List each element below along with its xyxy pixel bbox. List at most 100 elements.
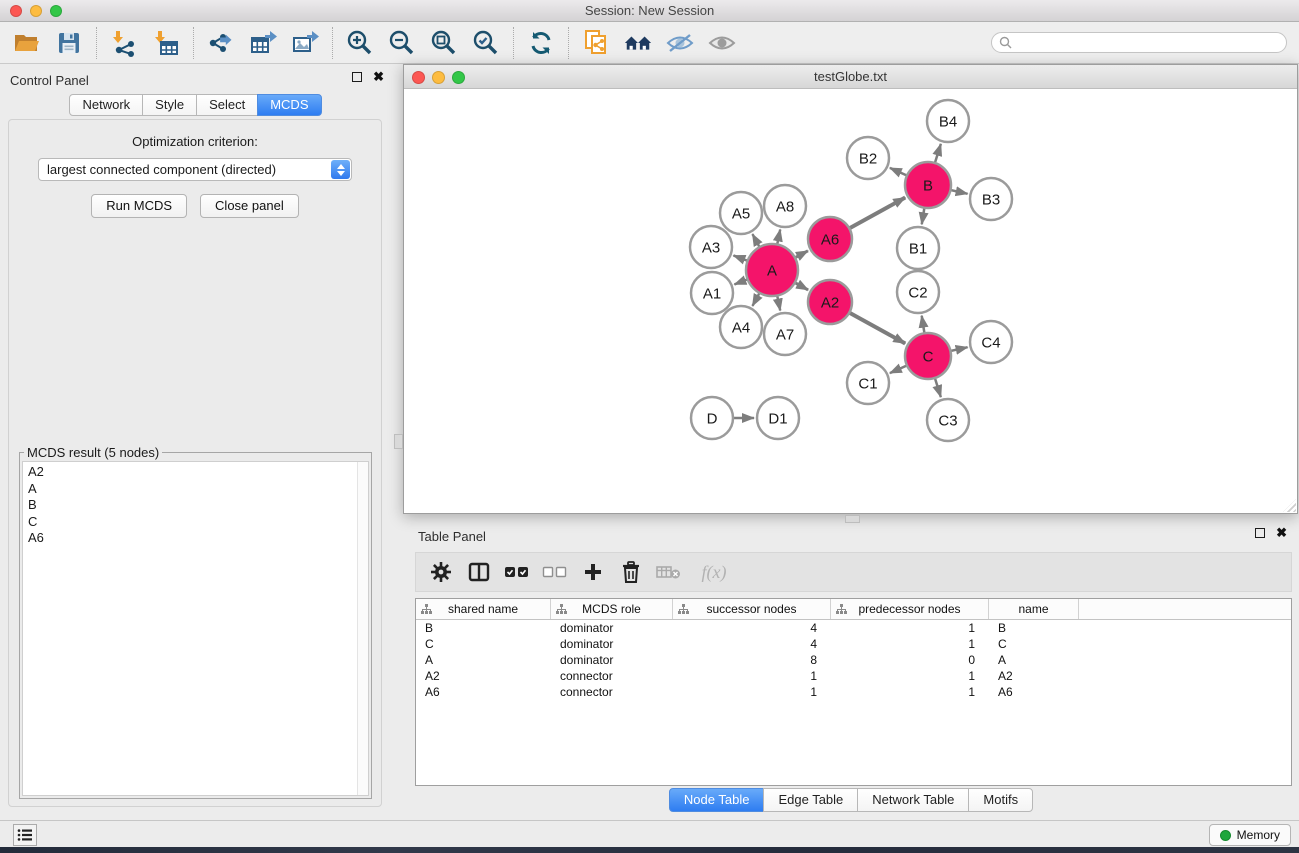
cell-mcds-role[interactable]: dominator — [551, 637, 673, 651]
show-all-icon[interactable] — [707, 28, 737, 58]
cell-mcds-role[interactable]: connector — [551, 669, 673, 683]
node-label-D1: D1 — [768, 410, 787, 427]
delete-table-icon[interactable] — [650, 556, 688, 588]
table-panel-title: Table Panel — [418, 529, 486, 544]
minimize-window-button[interactable] — [30, 5, 42, 17]
cell-predecessor-nodes[interactable]: 1 — [831, 669, 989, 683]
select-all-columns-icon[interactable] — [498, 556, 536, 588]
table-row[interactable]: Bdominator41B — [416, 620, 1291, 636]
node-label-B4: B4 — [939, 113, 957, 130]
cell-name[interactable]: C — [989, 637, 1079, 651]
workspace: Control Panel ✖ NetworkStyleSelectMCDS O… — [0, 64, 1299, 820]
tab-select[interactable]: Select — [196, 94, 258, 116]
scrollbar-track[interactable] — [357, 462, 368, 795]
criterion-select[interactable]: largest connected component (directed) — [38, 158, 352, 181]
close-window-button[interactable] — [10, 5, 22, 17]
save-session-icon[interactable] — [54, 28, 84, 58]
refresh-layout-icon[interactable] — [526, 28, 556, 58]
tab-edge-table[interactable]: Edge Table — [763, 788, 858, 812]
table-row[interactable]: A6connector11A6 — [416, 684, 1291, 700]
column-header-name[interactable]: name — [989, 599, 1079, 619]
zoom-fit-icon[interactable] — [429, 28, 459, 58]
node-label-A8: A8 — [776, 198, 794, 215]
cell-shared-name[interactable]: A — [416, 653, 551, 667]
close-panel-icon[interactable]: ✖ — [373, 72, 384, 82]
add-column-icon[interactable] — [574, 556, 612, 588]
tab-style[interactable]: Style — [142, 94, 197, 116]
cell-successor-nodes[interactable]: 1 — [673, 669, 831, 683]
column-header-shared-name[interactable]: shared name — [416, 599, 551, 619]
network-canvas[interactable]: B4B2BB3A5A8A6B1A3AA1C2A2A4A7C4CC1DD1C3 — [404, 89, 1297, 513]
cell-shared-name[interactable]: A6 — [416, 685, 551, 699]
deselect-all-columns-icon[interactable] — [536, 556, 574, 588]
zoom-window-button[interactable] — [50, 5, 62, 17]
tab-network-table[interactable]: Network Table — [857, 788, 969, 812]
cell-shared-name[interactable]: C — [416, 637, 551, 651]
cell-mcds-role[interactable]: dominator — [551, 621, 673, 635]
net-zoom-button[interactable] — [452, 71, 465, 84]
table-row[interactable]: Cdominator41C — [416, 636, 1291, 652]
mcds-result-item: A2 — [28, 464, 368, 481]
function-builder-icon[interactable]: f(x) — [688, 556, 740, 588]
column-header-predecessor-nodes[interactable]: predecessor nodes — [831, 599, 989, 619]
cell-predecessor-nodes[interactable]: 1 — [831, 621, 989, 635]
close-table-panel-icon[interactable]: ✖ — [1276, 528, 1287, 538]
cell-successor-nodes[interactable]: 4 — [673, 621, 831, 635]
net-minimize-button[interactable] — [432, 71, 445, 84]
tab-mcds[interactable]: MCDS — [257, 94, 321, 116]
cell-successor-nodes[interactable]: 1 — [673, 685, 831, 699]
export-table-icon[interactable] — [248, 28, 278, 58]
new-network-from-selection-icon[interactable] — [581, 28, 611, 58]
cell-mcds-role[interactable]: dominator — [551, 653, 673, 667]
column-header-successor-nodes[interactable]: successor nodes — [673, 599, 831, 619]
settings-gear-icon[interactable] — [422, 556, 460, 588]
zoom-selected-icon[interactable] — [471, 28, 501, 58]
float-panel-icon[interactable] — [352, 72, 362, 82]
table-row[interactable]: Adominator80A — [416, 652, 1291, 668]
cell-name[interactable]: A6 — [989, 685, 1079, 699]
tab-node-table[interactable]: Node Table — [669, 788, 765, 812]
node-label-C4: C4 — [981, 334, 1000, 351]
show-panels-list-button[interactable] — [13, 824, 37, 846]
import-network-icon[interactable] — [109, 28, 139, 58]
mcds-result-box: MCDS result (5 nodes) A2ABCA6 — [19, 452, 372, 799]
cell-name[interactable]: B — [989, 621, 1079, 635]
cell-name[interactable]: A — [989, 653, 1079, 667]
criterion-value: largest connected component (directed) — [47, 162, 276, 177]
import-table-icon[interactable] — [151, 28, 181, 58]
delete-column-icon[interactable] — [612, 556, 650, 588]
mcds-result-list[interactable]: A2ABCA6 — [22, 461, 369, 796]
zoom-in-icon[interactable] — [345, 28, 375, 58]
table-row[interactable]: A2connector11A2 — [416, 668, 1291, 684]
export-network-icon[interactable] — [206, 28, 236, 58]
table-header-row: shared nameMCDS rolesuccessor nodesprede… — [416, 599, 1291, 620]
cell-successor-nodes[interactable]: 8 — [673, 653, 831, 667]
export-image-icon[interactable] — [290, 28, 320, 58]
show-columns-icon[interactable] — [460, 556, 498, 588]
hide-selected-icon[interactable] — [665, 28, 695, 58]
open-session-icon[interactable] — [12, 28, 42, 58]
first-neighbors-icon[interactable] — [623, 28, 653, 58]
net-close-button[interactable] — [412, 71, 425, 84]
tab-network[interactable]: Network — [69, 94, 143, 116]
cell-name[interactable]: A2 — [989, 669, 1079, 683]
cell-predecessor-nodes[interactable]: 1 — [831, 637, 989, 651]
column-header-mcds-role[interactable]: MCDS role — [551, 599, 673, 619]
select-stepper-icon — [331, 160, 350, 179]
cell-predecessor-nodes[interactable]: 0 — [831, 653, 989, 667]
node-label-A: A — [767, 262, 777, 279]
cell-mcds-role[interactable]: connector — [551, 685, 673, 699]
search-input[interactable] — [991, 32, 1287, 53]
cell-successor-nodes[interactable]: 4 — [673, 637, 831, 651]
tab-motifs[interactable]: Motifs — [968, 788, 1033, 812]
cell-predecessor-nodes[interactable]: 1 — [831, 685, 989, 699]
cell-shared-name[interactable]: B — [416, 621, 551, 635]
node-label-B1: B1 — [909, 240, 927, 257]
cell-shared-name[interactable]: A2 — [416, 669, 551, 683]
memory-button[interactable]: Memory — [1209, 824, 1291, 846]
zoom-out-icon[interactable] — [387, 28, 417, 58]
splitter-handle[interactable] — [394, 434, 403, 449]
float-table-panel-icon[interactable] — [1255, 528, 1265, 538]
close-panel-button[interactable]: Close panel — [200, 194, 299, 218]
run-mcds-button[interactable]: Run MCDS — [91, 194, 187, 218]
